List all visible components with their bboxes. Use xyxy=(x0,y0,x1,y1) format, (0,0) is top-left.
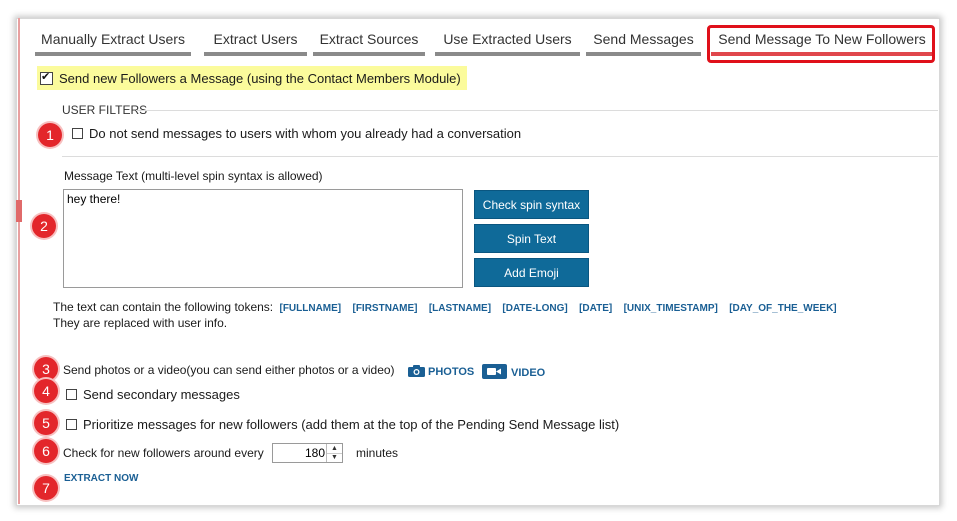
tab-send-messages[interactable]: Send Messages xyxy=(586,24,701,56)
token-date: [DATE] xyxy=(579,303,613,314)
video-camera-icon xyxy=(482,364,507,379)
token-unix-timestamp: [UNIX_TIMESTAMP] xyxy=(623,303,718,314)
token-fullname: [FULLNAME] xyxy=(279,303,342,314)
no-conversation-filter[interactable]: Do not send messages to users with whom … xyxy=(72,126,521,141)
left-accent-bar xyxy=(18,18,20,504)
send-new-followers-toggle[interactable]: Send new Followers a Message (using the … xyxy=(37,66,467,90)
extract-now-link[interactable]: EXTRACT NOW xyxy=(64,473,138,484)
step-badge-2: 2 xyxy=(32,214,56,238)
tab-label: Send Messages xyxy=(593,31,694,47)
message-text-label: Message Text (multi-level spin syntax is… xyxy=(64,169,323,183)
stepper-down-icon[interactable]: ▼ xyxy=(327,453,342,462)
step-badge-7: 7 xyxy=(34,476,58,500)
video-link[interactable]: VIDEO xyxy=(482,364,545,379)
send-new-followers-label: Send new Followers a Message (using the … xyxy=(59,70,461,86)
token-lastname: [LASTNAME] xyxy=(428,303,492,314)
token-firstname: [FIRSTNAME] xyxy=(352,303,418,314)
tokens-intro: The text can contain the following token… xyxy=(53,300,274,314)
token-day-of-the-week: [DAY_OF_THE_WEEK] xyxy=(729,303,837,314)
tab-label: Use Extracted Users xyxy=(443,31,572,47)
tab-label: Extract Users xyxy=(213,31,298,47)
check-interval-input[interactable] xyxy=(275,445,325,461)
photos-link[interactable]: PHOTOS xyxy=(408,364,474,378)
active-tab-highlight-box xyxy=(707,25,935,63)
check-spin-syntax-button[interactable]: Check spin syntax xyxy=(474,190,589,219)
tab-use-extracted-users[interactable]: Use Extracted Users xyxy=(435,24,580,56)
tab-manually-extract-users[interactable]: Manually Extract Users xyxy=(35,24,191,56)
photos-label: PHOTOS xyxy=(428,366,475,378)
step-badge-1: 1 xyxy=(38,123,62,147)
tab-extract-users[interactable]: Extract Users xyxy=(204,24,307,56)
step-badge-6: 6 xyxy=(34,439,58,463)
media-label: Send photos or a video(you can send eith… xyxy=(63,363,395,377)
stepper-arrows: ▲ ▼ xyxy=(326,444,342,462)
prioritize-label: Prioritize messages for new followers (a… xyxy=(83,417,620,432)
tab-label: Extract Sources xyxy=(319,31,419,47)
tokens-note: They are replaced with user info. xyxy=(53,316,228,330)
tab-label: Manually Extract Users xyxy=(41,31,185,47)
tab-extract-sources[interactable]: Extract Sources xyxy=(313,24,425,56)
section-divider xyxy=(62,156,938,157)
step-badge-3: 3 xyxy=(34,357,58,381)
section-divider xyxy=(136,110,938,111)
no-conversation-label: Do not send messages to users with whom … xyxy=(89,126,522,141)
video-label: VIDEO xyxy=(511,367,546,379)
step-badge-4: 4 xyxy=(34,379,58,403)
tokens-info: The text can contain the following token… xyxy=(53,300,837,314)
prioritize-option[interactable]: Prioritize messages for new followers (a… xyxy=(66,417,619,432)
step-badge-5: 5 xyxy=(34,411,58,435)
check-interval-unit: minutes xyxy=(356,446,399,460)
user-filters-title: USER FILTERS xyxy=(62,103,148,117)
token-date-long: [DATE-LONG] xyxy=(502,303,568,314)
left-accent-marker xyxy=(16,200,22,222)
checkbox-unchecked-icon[interactable] xyxy=(72,128,83,139)
checkbox-unchecked-icon[interactable] xyxy=(66,419,77,430)
secondary-messages-label: Send secondary messages xyxy=(83,387,240,402)
camera-icon xyxy=(408,365,425,377)
check-interval-label: Check for new followers around every xyxy=(63,446,264,460)
checkbox-unchecked-icon[interactable] xyxy=(66,389,77,400)
checkbox-checked-icon[interactable] xyxy=(40,70,53,85)
add-emoji-button[interactable]: Add Emoji xyxy=(474,258,589,287)
secondary-messages-option[interactable]: Send secondary messages xyxy=(66,387,240,402)
check-interval-stepper[interactable]: ▲ ▼ xyxy=(272,443,343,463)
spin-text-button[interactable]: Spin Text xyxy=(474,224,589,253)
message-textarea[interactable]: hey there! xyxy=(63,189,463,288)
